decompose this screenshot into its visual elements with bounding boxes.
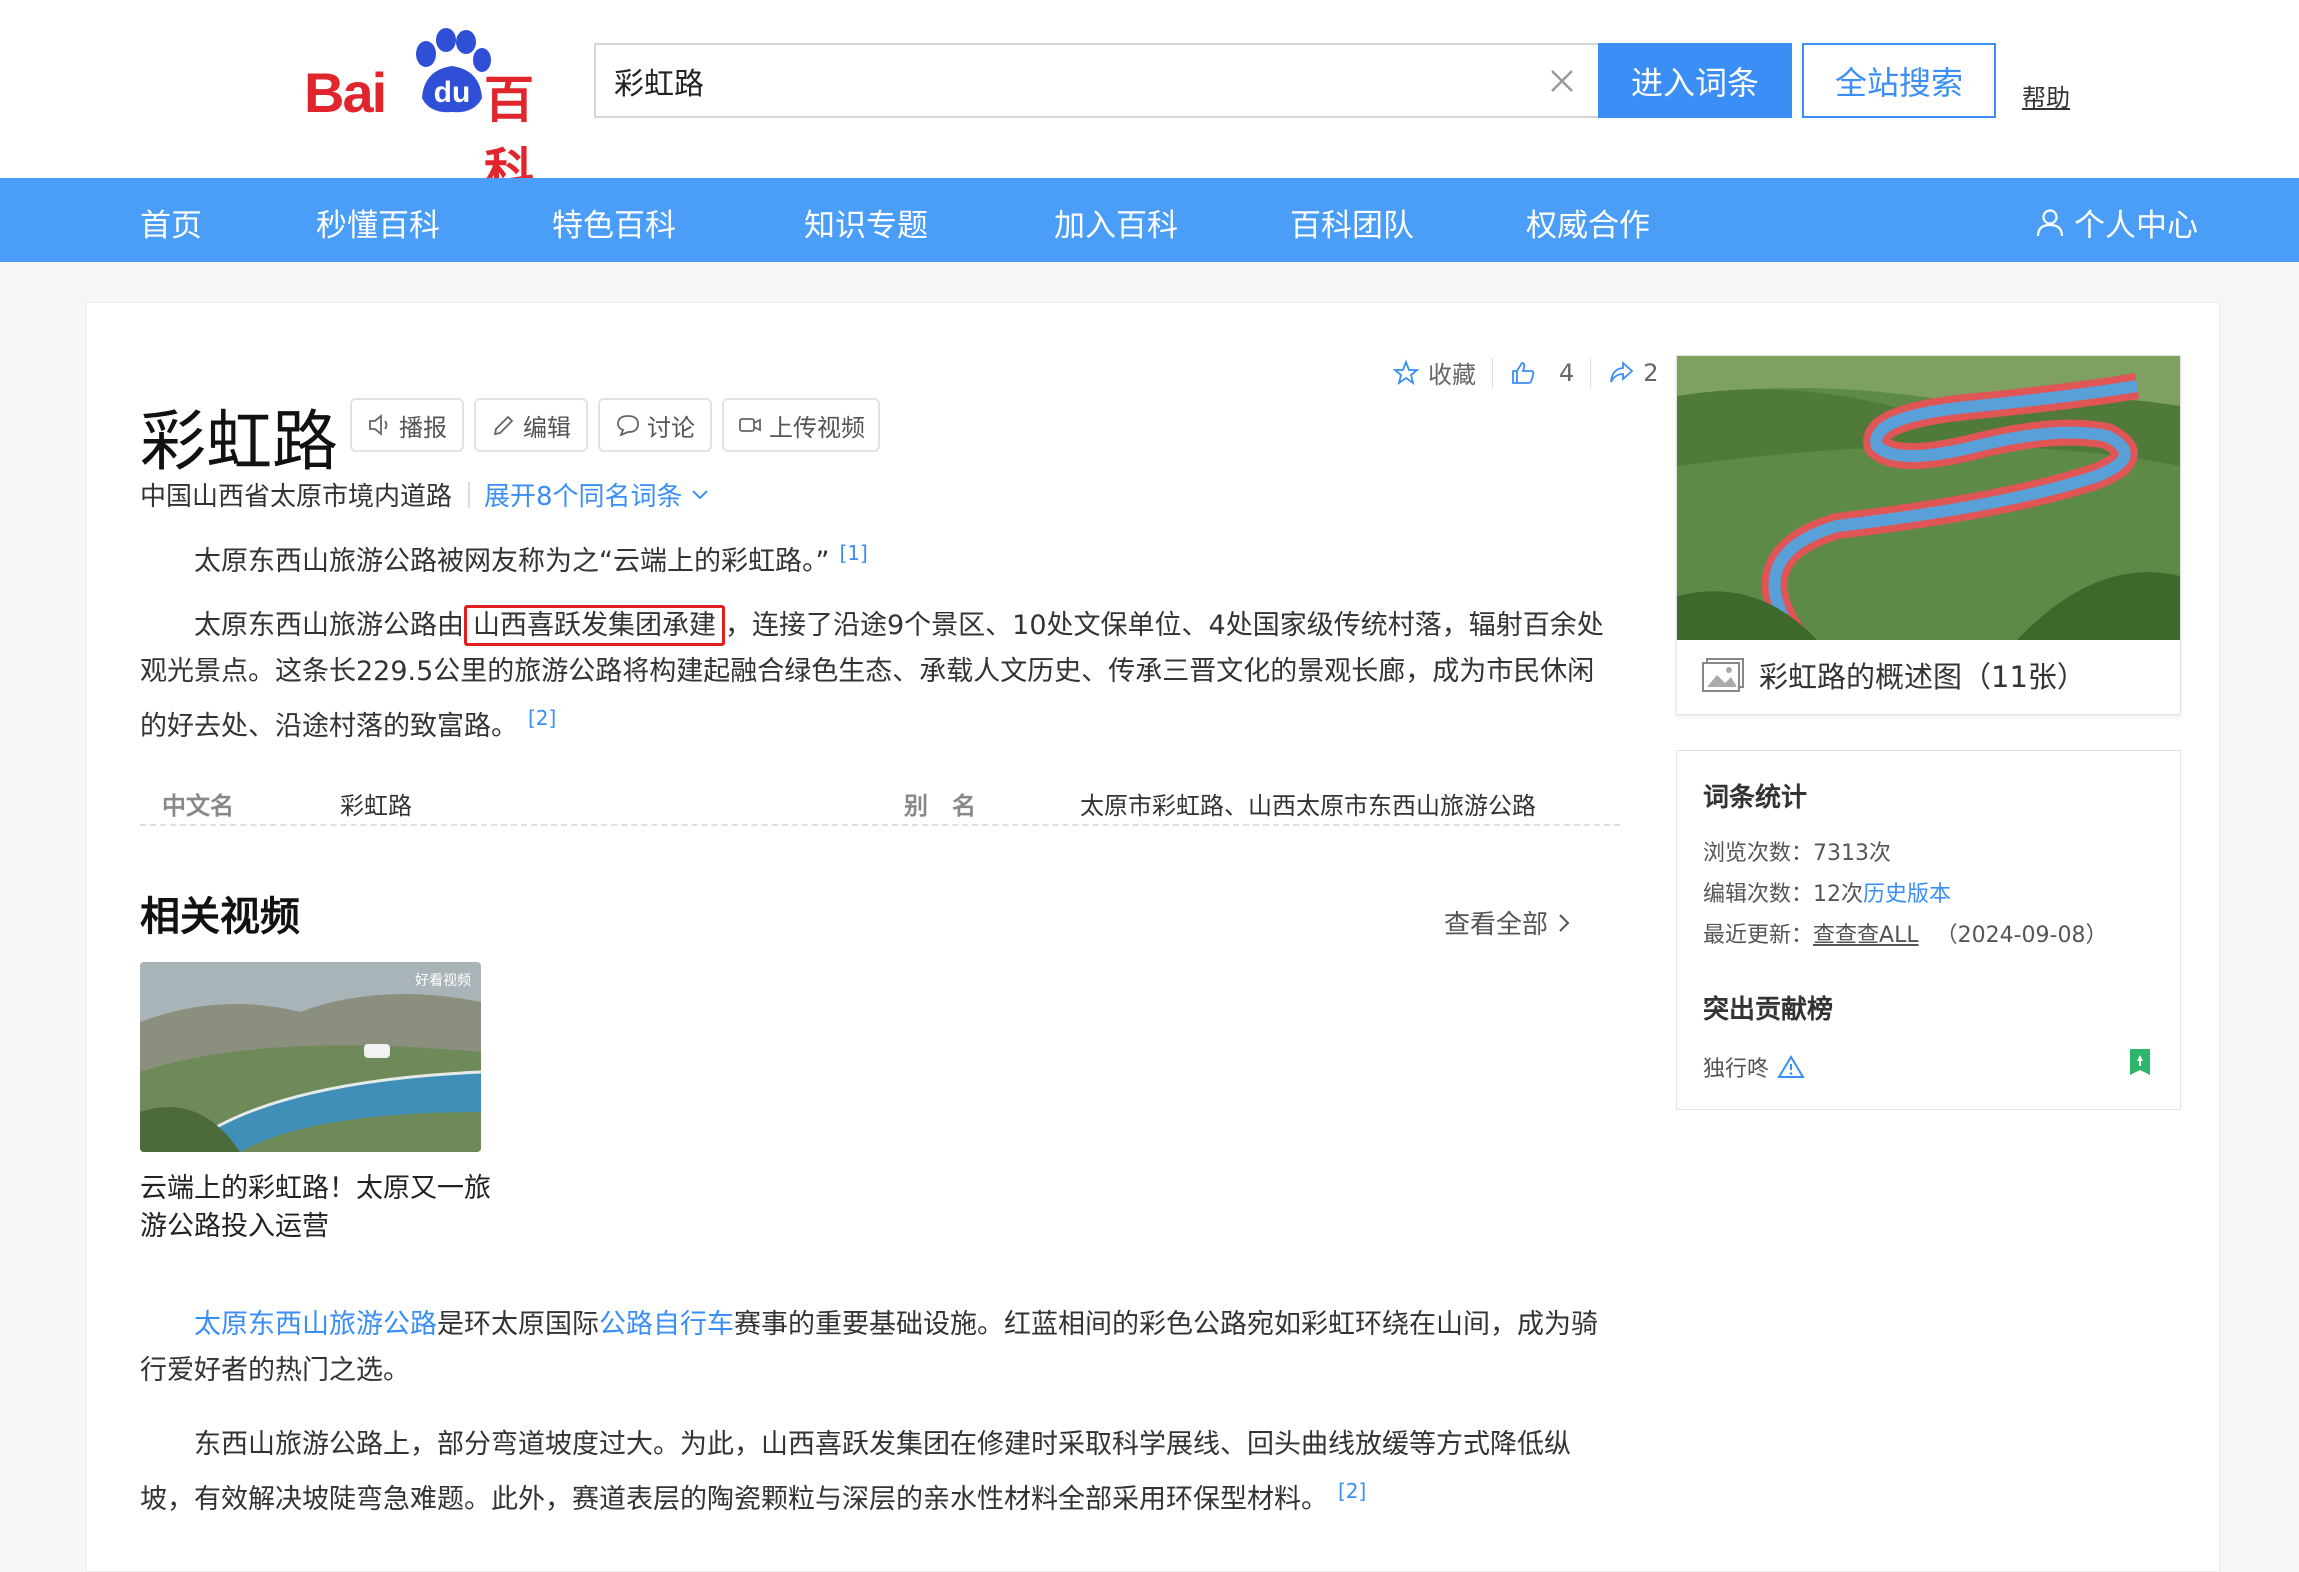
nav-item-featured[interactable]: 特色百科 — [552, 200, 676, 245]
speaker-icon — [369, 414, 388, 436]
nav-item-topics[interactable]: 知识专题 — [804, 200, 928, 245]
search-box — [594, 43, 1598, 118]
divider — [1590, 357, 1592, 388]
nav-item-join[interactable]: 加入百科 — [1054, 200, 1178, 245]
upload-video-button[interactable]: 上传视频 — [722, 398, 880, 452]
nav-item-team[interactable]: 百科团队 — [1290, 200, 1414, 245]
info-label-chinese-name: 中文名 — [162, 792, 234, 820]
view-all-link[interactable]: 查看全部 — [1444, 904, 1570, 941]
info-label-alias: 别 名 — [904, 792, 976, 820]
link-road-cycling[interactable]: 公路自行车 — [599, 1309, 734, 1340]
nav-item-home[interactable]: 首页 — [140, 200, 202, 245]
logo-du: du — [434, 76, 471, 109]
like-button[interactable]: 4 — [1509, 359, 1574, 387]
video-source-badge: 好看视频 — [415, 973, 471, 989]
updater-link[interactable]: 查查查ALL — [1813, 923, 1919, 948]
summary-paragraph-2: 太原东西山旅游公路由 山西喜跃发集团承建 ，连接了沿途9个景区、10处文保单位、4处… — [140, 603, 1620, 750]
search-input[interactable] — [596, 50, 1496, 111]
site-search-button[interactable]: 全站搜索 — [1802, 43, 1996, 118]
body-paragraph-2: 东西山旅游公路上，部分弯道坡度过大。为此，山西喜跃发集团在修建时采取科学展线、回… — [140, 1429, 1571, 1515]
contributor-item[interactable]: 独行咚 — [1703, 1051, 1805, 1083]
article-subtitle: 中国山西省太原市境内道路 展开8个同名词条 — [140, 476, 709, 513]
info-value-chinese-name: 彩虹路 — [340, 792, 412, 820]
entry-stats-panel: 词条统计 浏览次数：7313次 编辑次数：12次历史版本 最近更新：查查查ALL… — [1676, 750, 2181, 1110]
header: Bai du 百科 进入词条 全站搜索 帮助 — [0, 0, 2299, 201]
link-east-west-mountain-road[interactable]: 太原东西山旅游公路 — [194, 1309, 437, 1340]
stats-last-update: 最近更新：查查查ALL （2024-09-08） — [1703, 923, 2108, 948]
video-caption[interactable]: 云端上的彩虹路！太原又一旅游公路投入运营 — [140, 1170, 500, 1246]
video-thumbnail-image — [140, 962, 481, 1152]
stats-edits: 编辑次数：12次历史版本 — [1703, 882, 1952, 907]
user-icon — [2036, 208, 2064, 236]
main-nav: 首页 秒懂百科 特色百科 知识专题 加入百科 百科团队 权威合作 个人中心 — [0, 178, 2299, 262]
paw-icon: du — [416, 28, 491, 113]
body-paragraph-1: 太原东西山旅游公路是环太原国际公路自行车赛事的重要基础设施。红蓝相间的彩色公路宛… — [140, 1309, 1598, 1386]
basic-info-table: 中文名 彩虹路 别 名 太原市彩虹路、山西太原市东西山旅游公路 — [140, 776, 1620, 826]
star-icon — [1392, 358, 1420, 385]
warning-icon — [1777, 1055, 1805, 1078]
related-videos-title: 相关视频 — [140, 894, 300, 940]
discuss-button[interactable]: 讨论 — [598, 398, 712, 452]
divider — [1492, 357, 1493, 388]
share-icon — [1610, 360, 1634, 382]
subtitle-text: 中国山西省太原市境内道路 — [140, 482, 453, 512]
image-gallery-icon — [1702, 658, 1744, 692]
nav-item-cooperation[interactable]: 权威合作 — [1526, 200, 1650, 245]
share-button[interactable]: 2 — [1607, 359, 1659, 387]
edit-button[interactable]: 编辑 — [474, 398, 588, 452]
contrib-title: 突出贡献榜 — [1703, 995, 1834, 1025]
chevron-down-icon — [691, 489, 708, 499]
article-actions: 收藏 4 2 — [1392, 355, 1659, 390]
page-title: 彩虹路 — [140, 403, 338, 480]
video-camera-icon — [739, 418, 761, 432]
reference-link[interactable]: [2] — [528, 706, 556, 730]
history-version-link[interactable]: 历史版本 — [1863, 882, 1951, 907]
thumbs-up-icon — [1512, 361, 1535, 384]
baidu-baike-logo[interactable]: Bai du 百科 — [304, 28, 574, 201]
divider — [468, 481, 471, 508]
summary-paragraph-1: 太原东西山旅游公路被网友称为之“云端上的彩虹路。” [1] — [194, 541, 868, 577]
chevron-right-icon — [1559, 913, 1570, 932]
expand-homonyms-link[interactable]: 展开8个同名词条 — [484, 476, 709, 513]
album-image — [1677, 356, 2180, 640]
nav-item-miaodong[interactable]: 秒懂百科 — [316, 200, 440, 245]
stats-title: 词条统计 — [1703, 783, 1808, 813]
reference-link[interactable]: [2] — [1338, 1479, 1366, 1503]
clear-icon[interactable] — [1544, 63, 1580, 99]
highlighted-text: 山西喜跃发集团承建 — [464, 605, 725, 646]
user-center-label: 个人中心 — [2074, 208, 2198, 244]
info-value-alias: 太原市彩虹路、山西太原市东西山旅游公路 — [1080, 792, 1536, 820]
chat-bubble-icon — [617, 415, 639, 437]
album-caption: 彩虹路的概述图（11张） — [1701, 654, 2086, 696]
summary-album[interactable]: 彩虹路的概述图（11张） — [1676, 355, 2181, 715]
pencil-icon — [493, 415, 514, 436]
enter-entry-button[interactable]: 进入词条 — [1598, 43, 1792, 118]
contributor-badge-icon — [2130, 1049, 2150, 1075]
reference-link[interactable]: [1] — [839, 541, 867, 565]
help-link[interactable]: 帮助 — [2022, 78, 2070, 113]
logo-bai: Bai — [304, 61, 387, 124]
broadcast-button[interactable]: 播报 — [350, 398, 464, 452]
video-thumbnail[interactable]: 好看视频 — [140, 962, 481, 1152]
favorite-button[interactable]: 收藏 — [1392, 355, 1476, 390]
stats-views: 浏览次数：7313次 — [1703, 841, 1892, 866]
user-center-link[interactable]: 个人中心 — [2036, 200, 2198, 245]
